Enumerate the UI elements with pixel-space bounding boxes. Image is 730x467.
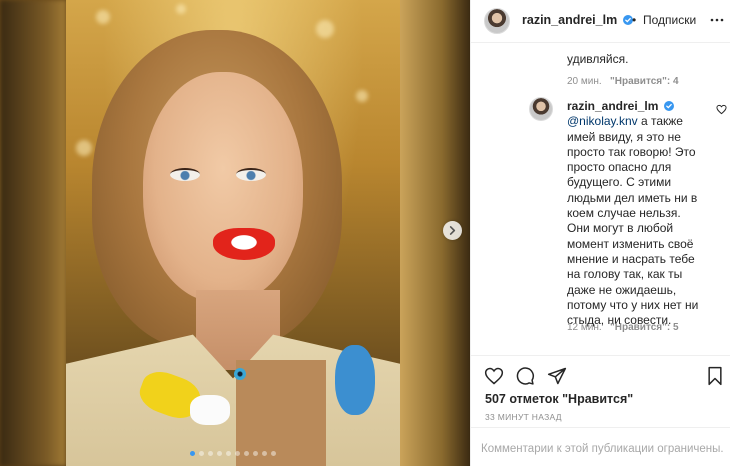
chevron-right-icon <box>449 226 456 235</box>
author-username-block: razin_andrei_lm <box>522 13 633 27</box>
bokeh-light <box>316 20 334 38</box>
carousel-dot <box>271 451 276 456</box>
subject-pendant <box>234 368 246 380</box>
comment-author-avatar[interactable] <box>529 97 553 121</box>
comment-author-username[interactable]: razin_andrei_lm <box>567 99 658 113</box>
subject-smile <box>213 228 275 260</box>
post-header: razin_andrei_lm • Подписки <box>471 0 730 43</box>
carousel-dot <box>217 451 222 456</box>
subject-eye-right <box>236 168 266 181</box>
carousel-dot <box>190 451 195 456</box>
dress-embroidery-blue <box>335 345 375 415</box>
bokeh-light <box>356 90 368 102</box>
bokeh-light <box>76 140 92 156</box>
comment-body: razin_andrei_lm @nikolay.knv а также име… <box>567 99 702 328</box>
carousel-dot <box>244 451 249 456</box>
comment-meta: 20 мин. "Нравится": 4 <box>567 76 679 87</box>
comment-time: 12 мин. <box>567 322 602 333</box>
comment-bubble-icon[interactable] <box>515 366 535 386</box>
likes-count[interactable]: 507 отметок "Нравится" <box>485 392 633 406</box>
following-button[interactable]: Подписки <box>643 13 696 27</box>
author-avatar[interactable] <box>484 8 510 34</box>
carousel-dot <box>199 451 204 456</box>
comments-restricted-text: Комментарии к этой публикации ограничены… <box>481 443 724 455</box>
share-paper-plane-icon[interactable] <box>547 366 567 386</box>
carousel-dot <box>208 451 213 456</box>
comment-text: а также имей ввиду, я это не просто так … <box>567 114 699 328</box>
bokeh-light <box>96 10 110 24</box>
media-blur-left <box>0 0 66 466</box>
comment-likes-button[interactable]: "Нравится": 4 <box>610 76 679 87</box>
subject-face <box>143 72 303 302</box>
author-username[interactable]: razin_andrei_lm <box>522 13 617 27</box>
header-separator: • <box>632 13 637 27</box>
comment-mention-link[interactable]: @nikolay.knv <box>567 114 638 128</box>
bookmark-icon[interactable] <box>705 366 725 386</box>
post-side-panel: razin_andrei_lm • Подписки удивляйся. 20… <box>470 0 730 466</box>
comment-likes-button[interactable]: "Нравится": 5 <box>610 322 679 333</box>
carousel-dot <box>235 451 240 456</box>
carousel-dot <box>253 451 258 456</box>
comment-meta: 12 мин. "Нравится": 5 <box>567 322 679 333</box>
carousel-indicator <box>190 451 276 456</box>
like-heart-icon[interactable] <box>484 366 504 386</box>
carousel-next-button[interactable] <box>443 221 462 240</box>
post-timestamp: 33 МИНУТ НАЗАД <box>485 412 562 422</box>
comment-text-tail: удивляйся. <box>567 52 629 66</box>
more-options-icon[interactable] <box>709 12 725 28</box>
dress-embroidery-white <box>190 395 230 425</box>
comments-restricted-notice: Комментарии к этой публикации ограничены… <box>471 427 730 467</box>
subject-eye-left <box>170 168 200 181</box>
post-actions: 507 отметок "Нравится" 33 МИНУТ НАЗАД <box>471 355 730 426</box>
post-media <box>0 0 470 466</box>
bokeh-light <box>176 4 186 14</box>
comment-like-heart-icon[interactable] <box>716 104 727 115</box>
comment-time: 20 мин. <box>567 76 602 87</box>
verified-badge-icon <box>663 101 674 111</box>
carousel-dot <box>262 451 267 456</box>
carousel-dot <box>226 451 231 456</box>
comments-list[interactable]: удивляйся. 20 мин. "Нравится": 4 razin_a… <box>471 43 730 354</box>
